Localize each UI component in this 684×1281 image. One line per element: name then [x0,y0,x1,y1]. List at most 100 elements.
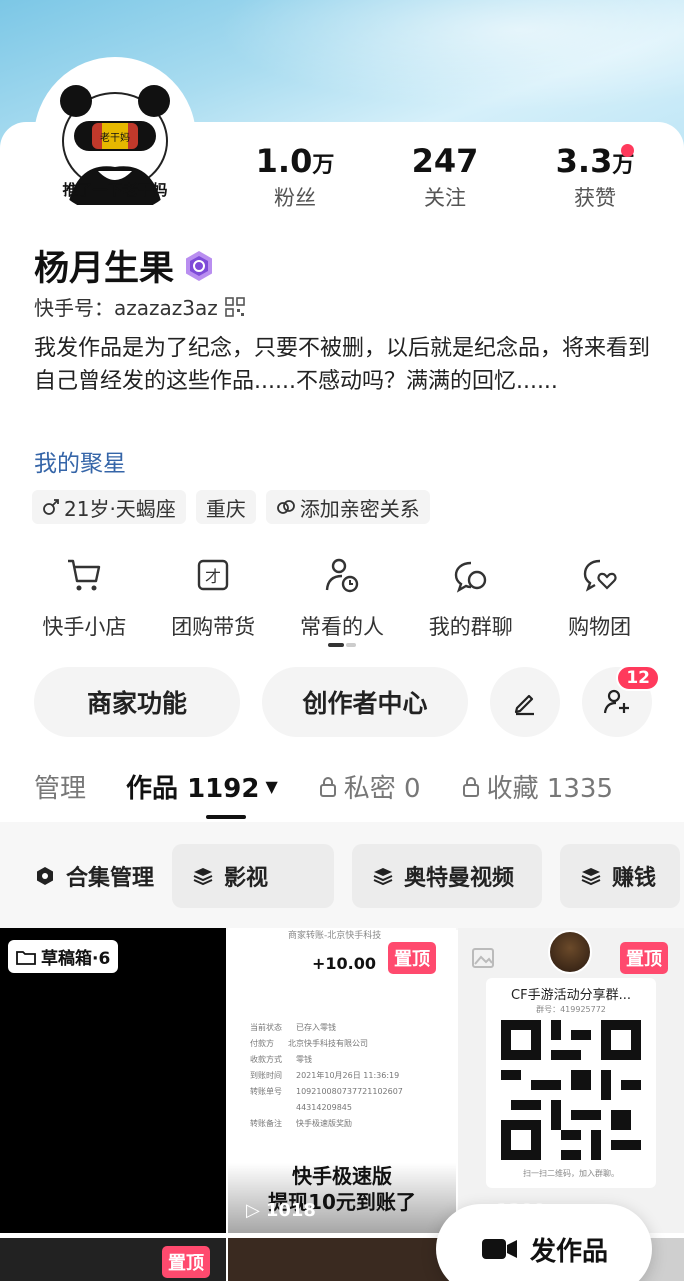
link-icon [276,500,295,514]
quick-action-shop[interactable]: 快手小店 [20,555,149,641]
receipt-details: 当前状态 已存入零钱 付款方 北京快手科技有限公司 收款方式 零钱 到账时间 2021年… [250,1020,406,1132]
receipt-row-value: 零钱 [296,1055,312,1064]
tab-manage[interactable]: 管理 [34,768,86,805]
tag-add-relation[interactable]: 添加亲密关系 [265,490,430,524]
video-tile[interactable]: 置顶 [0,1238,226,1281]
qr-code-icon[interactable] [224,296,246,318]
quick-action-shopping-group[interactable]: 购物团 [535,555,664,641]
quick-actions-scroll-indicator [328,643,356,647]
quick-action-frequent[interactable]: 常看的人 [278,555,407,641]
stat-unit: 万 [312,153,335,178]
receipt-row-key: 收款方式 [250,1055,282,1064]
add-user-icon [603,689,629,714]
stat-likes[interactable]: 3.3万 获赞 [520,142,670,212]
male-icon [43,499,59,515]
quick-action-label: 我的群聊 [428,615,513,639]
video-tile-qr[interactable]: 置顶 CF手游活动分享群... 群号：419925772 扫一扫二维码，加入群聊… [458,928,684,1233]
tag-city-text: 重庆 [205,496,246,521]
juxing-link[interactable]: 我的聚星 [34,444,126,478]
tab-works[interactable]: 作品 1192 ▼ [126,768,278,805]
tab-private[interactable]: 私密 0 [318,768,421,805]
content-tabs: 管理 作品 1192 ▼ 私密 0 收藏 1335 [34,768,684,805]
profile-tags: 21岁·天蝎座 重庆 添加亲密关系 [32,490,430,524]
receipt-row-value: 北京快手科技有限公司 [288,1039,368,1048]
quick-action-label: 常看的人 [299,615,384,639]
heart-chat-icon [583,559,617,592]
receipt-row-value: 10921008073772110260744314209845 [296,1087,403,1112]
groupbuy-icon: 才 [197,559,229,591]
receipt-row: 收款方式 零钱 [250,1052,406,1068]
action-pills: 商家功能 创作者中心 12 [34,665,660,737]
receipt-row-key: 当前状态 [250,1023,282,1032]
pinned-badge: 置顶 [388,942,436,974]
receipt-row: 到账时间 2021年10月26日 11:36:19 [250,1068,406,1084]
uploader-avatar [548,930,592,974]
qr-code-image [501,1020,641,1160]
stat-following[interactable]: 247 关注 [370,142,520,212]
stat-followers[interactable]: 1.0万 粉丝 [220,142,370,212]
merchant-button[interactable]: 商家功能 [34,667,240,737]
kuaishou-id-row[interactable]: 快手号：azazaz3az [34,292,246,321]
qr-footer: 扫一扫二维码，加入群聊。 [523,1169,619,1178]
active-tab-indicator [206,815,246,819]
tag-age[interactable]: 21岁·天蝎座 [32,490,186,524]
drafts-label: 草稿箱·6 [41,949,111,969]
cart-icon [68,559,101,591]
layers-icon [373,868,393,886]
folder-icon [16,950,36,965]
kuaishou-id: 快手号：azazaz3az [34,296,218,320]
video-tile[interactable] [228,1238,456,1281]
play-icon: ▷ [246,1200,260,1221]
receipt-row-key: 到账时间 [250,1071,282,1080]
receipt-row: 当前状态 已存入零钱 [250,1020,406,1036]
qr-card: CF手游活动分享群... 群号：419925772 扫一扫二维码，加入群聊。 [486,978,656,1188]
receipt-row-value: 2021年10月26日 11:36:19 [296,1071,400,1080]
receipt-row: 转账单号 10921008073772110260744314209845 [250,1084,406,1116]
video-tile-receipt[interactable]: 商家转账-北京快手科技 +10.00 置顶 当前状态 已存入零钱 付款方 北京快手科… [228,928,456,1233]
receipt-amount: +10.00 [312,954,377,973]
edit-profile-button[interactable] [490,667,560,737]
person-clock-icon [325,558,359,593]
quick-action-label: 购物团 [568,615,632,639]
likes-notification-dot [621,144,634,157]
stat-label: 关注 [424,186,466,210]
tag-city[interactable]: 重庆 [195,490,256,524]
stat-value: 3.3 [555,142,613,180]
collection-chip-label: 奥特曼视频 [404,866,515,891]
tag-age-text: 21岁·天蝎座 [64,496,176,521]
stat-label: 粉丝 [274,186,316,210]
verified-badge-icon[interactable] [182,249,216,283]
video-tile-drafts[interactable]: 草稿箱·6 [0,928,226,1233]
collection-chip-label: 影视 [224,866,269,891]
publish-button[interactable]: 发作品 [436,1204,652,1281]
creator-center-button[interactable]: 创作者中心 [262,667,468,737]
add-friend-button[interactable]: 12 [582,665,660,737]
collection-manage-button[interactable]: 合集管理 [34,844,154,908]
drafts-badge: 草稿箱·6 [8,940,119,973]
receipt-row-key: 转账单号 [250,1087,282,1096]
collection-chip[interactable]: 奥特曼视频 [352,844,543,908]
collection-chip[interactable]: 影视 [172,844,335,908]
profile-stats: 1.0万 粉丝 247 关注 3.3万 获赞 [220,142,670,212]
pinned-badge: 置顶 [620,942,668,974]
image-icon [472,948,494,968]
avatar-caption: 推了一下老干妈 [62,181,168,199]
hexagon-icon [37,867,53,885]
video-camera-icon [481,1239,517,1259]
tab-favorites[interactable]: 收藏 1335 [461,768,613,805]
lock-icon [462,776,479,797]
tab-works-label: 作品 1192 [126,774,260,804]
dropdown-caret-icon[interactable]: ▼ [265,777,277,796]
quick-action-group-chat[interactable]: 我的群聊 [406,555,535,641]
quick-action-label: 团购带货 [171,615,256,639]
play-count: ▷ 1018 [246,1200,316,1221]
quick-action-label: 快手小店 [42,615,127,639]
pencil-icon [514,694,534,716]
quick-action-groupbuy[interactable]: 才 团购带货 [149,555,278,641]
stat-unit: 万 [612,153,635,178]
collection-chip[interactable]: 赚钱 [560,844,681,908]
play-count-value: 1018 [265,1200,316,1221]
collection-chip-label: 赚钱 [612,866,657,891]
avatar[interactable]: 老干妈 推了一下老干妈 [34,57,196,219]
receipt-row-value: 快手极速版奖励 [296,1119,352,1128]
